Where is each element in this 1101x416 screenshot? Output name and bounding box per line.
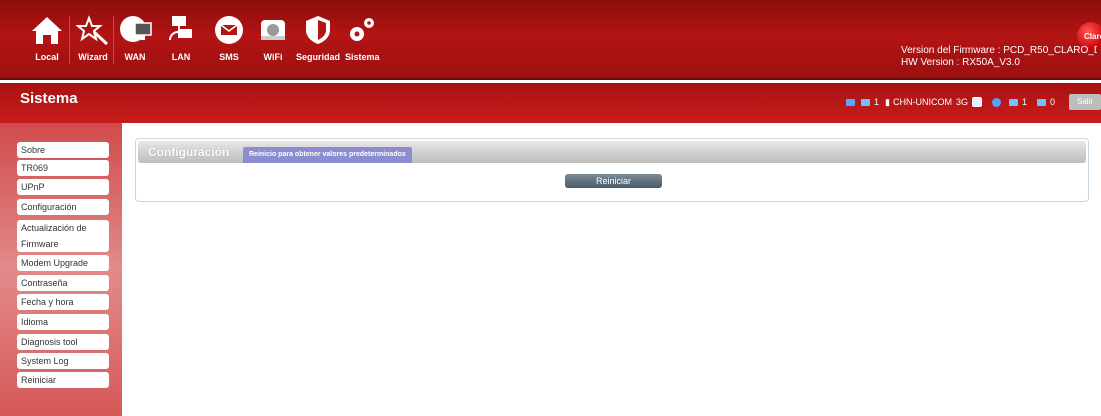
sidebar-item-reiniciar[interactable]: Reiniciar xyxy=(17,372,109,388)
device-icon xyxy=(1036,98,1046,106)
brand-logo-text: Claro xyxy=(1084,31,1101,41)
nav-seguridad-label: Seguridad xyxy=(296,52,341,62)
gear-icon xyxy=(350,18,375,41)
nav-wan-label: WAN xyxy=(124,52,146,62)
sms-icon xyxy=(215,16,243,44)
sim-icon xyxy=(971,97,982,107)
configuration-panel: Configuración Reinicio para obtener valo… xyxy=(135,138,1089,202)
sidebar-item-contrasena[interactable]: Contraseña xyxy=(17,275,109,291)
device-count: 0 xyxy=(1049,97,1055,107)
home-icon xyxy=(32,17,62,44)
logout-button[interactable]: Salir xyxy=(1069,94,1101,110)
topbar-bottom-line xyxy=(0,78,1101,80)
sidebar-item-fecha-hora[interactable]: Fecha y hora xyxy=(17,294,109,310)
nav-local-label: Local xyxy=(35,52,59,62)
nav-sms-label: SMS xyxy=(219,52,239,62)
nav-sms[interactable]: SMS xyxy=(212,14,246,68)
message-icon xyxy=(1008,98,1018,106)
sidebar-item-actualizacion-firmware[interactable]: Actualización de Firmware xyxy=(17,220,109,252)
panel-header: Configuración Reinicio para obtener valo… xyxy=(138,141,1086,163)
nav-local[interactable]: Local xyxy=(30,14,64,68)
wan-icon xyxy=(120,16,152,42)
signal-icon: ▮ xyxy=(885,96,890,107)
sidebar: Sobre TR069 UPnP Configuración Actualiza… xyxy=(0,123,122,416)
nav-wifi-label: WiFi xyxy=(263,52,283,62)
wizard-icon xyxy=(76,15,109,46)
sidebar-item-configuracion[interactable]: Configuración xyxy=(17,199,109,215)
sidebar-item-upnp[interactable]: UPnP xyxy=(17,179,109,195)
reset-button[interactable]: Reiniciar xyxy=(565,174,662,188)
sidebar-item-tr069[interactable]: TR069 xyxy=(17,160,109,176)
sidebar-item-modem-upgrade[interactable]: Modem Upgrade xyxy=(17,255,109,271)
nav-wan[interactable]: WAN xyxy=(118,14,152,68)
firmware-info: Version del Firmware : PCD_R50_CLARO_DR_… xyxy=(901,45,1097,69)
nav-sistema[interactable]: Sistema xyxy=(345,14,380,68)
top-navigation-bar: Local Wizard WAN LAN SMS WiFi Seguridad … xyxy=(0,0,1101,80)
nav-seguridad[interactable]: Seguridad xyxy=(296,14,340,68)
panel-title: Configuración xyxy=(148,145,230,159)
sidebar-item-idioma[interactable]: Idioma xyxy=(17,314,109,330)
sms-count: 1 xyxy=(873,97,879,107)
nav-divider xyxy=(69,16,70,64)
nav-wizard-label: Wizard xyxy=(78,52,108,62)
sidebar-item-diagnosis-tool[interactable]: Diagnosis tool xyxy=(17,334,109,350)
firmware-version: Version del Firmware : PCD_R50_CLARO_DR_… xyxy=(901,45,1097,56)
nav-wifi[interactable]: WiFi xyxy=(256,14,290,68)
nav-lan-label: LAN xyxy=(171,52,191,62)
globe-icon xyxy=(991,97,1001,107)
sidebar-title: Sistema xyxy=(20,90,78,107)
status-indicators: 1 ▮ CHN-UNICOM 3G 1 0 Salir xyxy=(842,92,1101,112)
sms-status-icon xyxy=(860,98,870,106)
network-type: 3G xyxy=(955,97,968,107)
nav-sistema-label: Sistema xyxy=(345,52,380,62)
shield-icon xyxy=(306,16,330,44)
sidebar-item-system-log[interactable]: System Log xyxy=(17,353,109,369)
operator-name: CHN-UNICOM xyxy=(892,97,952,107)
tab-factory-reset[interactable]: Reinicio para obtener valores predetermi… xyxy=(243,147,412,163)
nav-lan[interactable]: LAN xyxy=(164,14,198,68)
sidebar-item-sobre[interactable]: Sobre xyxy=(17,142,109,158)
nav-wizard[interactable]: Wizard xyxy=(76,14,110,68)
status-band: Sistema 1 ▮ CHN-UNICOM 3G 1 0 Salir xyxy=(0,83,1101,123)
hardware-version: HW Version : RX50A_V3.0 xyxy=(901,57,1020,68)
message-count: 1 xyxy=(1021,97,1027,107)
wifi-icon xyxy=(261,20,285,40)
lan-icon xyxy=(169,16,192,41)
connection-icon xyxy=(845,98,855,106)
nav-divider xyxy=(113,16,114,64)
